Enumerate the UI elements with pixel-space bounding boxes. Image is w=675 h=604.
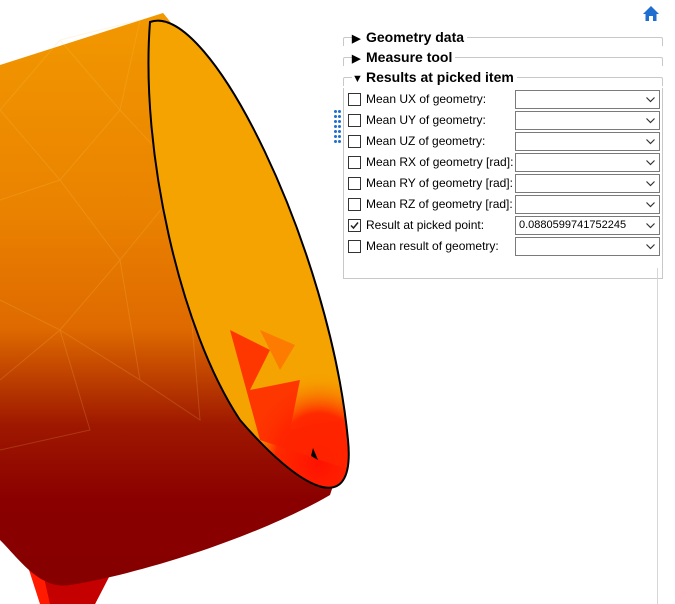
- row-mean-result: Mean result of geometry:: [346, 237, 662, 257]
- section-measure-tool-label: Measure tool: [366, 49, 453, 65]
- mean-rz-dropdown[interactable]: [515, 195, 660, 214]
- home-icon[interactable]: [642, 5, 660, 23]
- chevron-down-icon: [646, 97, 655, 103]
- section-results-label: Results at picked item: [366, 69, 514, 85]
- row-mean-rx: Mean RX of geometry [rad]:: [346, 153, 662, 173]
- triangle-right-icon: ▶: [352, 33, 361, 45]
- row-label: Mean UX of geometry:: [366, 92, 487, 106]
- chevron-down-icon: [646, 223, 655, 229]
- section-measure-tool: ▶ Measure tool: [343, 48, 663, 68]
- row-mean-ux: Mean UX of geometry:: [346, 90, 662, 110]
- checkmark-icon: [350, 222, 359, 230]
- row-label: Result at picked point:: [366, 218, 485, 232]
- row-label: Mean result of geometry:: [366, 239, 499, 253]
- section-results-at-picked-item: ▼ Results at picked item: [343, 68, 663, 88]
- mean-result-checkbox[interactable]: [348, 240, 361, 253]
- chevron-down-icon: [646, 244, 655, 250]
- mean-rx-checkbox[interactable]: [348, 156, 361, 169]
- dropdown-value: 0.0880599741752245: [519, 219, 627, 231]
- row-mean-uy: Mean UY of geometry:: [346, 111, 662, 131]
- mean-uz-dropdown[interactable]: [515, 132, 660, 151]
- section-measure-tool-toggle[interactable]: ▶ Measure tool: [352, 48, 456, 68]
- triangle-down-icon: ▼: [352, 73, 363, 85]
- row-label: Mean UY of geometry:: [366, 113, 486, 127]
- chevron-down-icon: [646, 118, 655, 124]
- row-mean-rz: Mean RZ of geometry [rad]:: [346, 195, 662, 215]
- mean-rx-dropdown[interactable]: [515, 153, 660, 172]
- results-box: Mean UX of geometry: Mean UY of geometry…: [334, 88, 663, 279]
- row-label: Mean UZ of geometry:: [366, 134, 486, 148]
- result-at-picked-point-checkbox[interactable]: [348, 219, 361, 232]
- mean-uy-checkbox[interactable]: [348, 114, 361, 127]
- row-result-at-picked-point: Result at picked point: 0.08805997417522…: [346, 216, 662, 236]
- triangle-right-icon: ▶: [352, 53, 361, 65]
- chevron-down-icon: [646, 202, 655, 208]
- row-mean-uz: Mean UZ of geometry:: [346, 132, 662, 152]
- result-at-picked-point-dropdown[interactable]: 0.0880599741752245: [515, 216, 660, 235]
- mean-uz-checkbox[interactable]: [348, 135, 361, 148]
- section-geometry-data: ▶ Geometry data: [343, 28, 663, 48]
- mean-ux-dropdown[interactable]: [515, 90, 660, 109]
- section-results-toggle[interactable]: ▼ Results at picked item: [352, 68, 517, 88]
- row-label: Mean RZ of geometry [rad]:: [366, 197, 513, 211]
- panel-divider: [657, 268, 658, 604]
- mean-ux-checkbox[interactable]: [348, 93, 361, 106]
- section-geometry-data-toggle[interactable]: ▶ Geometry data: [352, 28, 468, 48]
- row-label: Mean RX of geometry [rad]:: [366, 155, 514, 169]
- row-mean-ry: Mean RY of geometry [rad]:: [346, 174, 662, 194]
- drag-handle[interactable]: [334, 110, 341, 144]
- chevron-down-icon: [646, 160, 655, 166]
- chevron-down-icon: [646, 181, 655, 187]
- row-label: Mean RY of geometry [rad]:: [366, 176, 513, 190]
- mean-ry-dropdown[interactable]: [515, 174, 660, 193]
- results-panel: ▶ Geometry data ▶ Measure tool ▼ Results at…: [334, 28, 663, 279]
- section-geometry-data-label: Geometry data: [366, 29, 465, 45]
- mean-ry-checkbox[interactable]: [348, 177, 361, 190]
- mean-uy-dropdown[interactable]: [515, 111, 660, 130]
- mean-rz-checkbox[interactable]: [348, 198, 361, 211]
- mean-result-dropdown[interactable]: [515, 237, 660, 256]
- chevron-down-icon: [646, 139, 655, 145]
